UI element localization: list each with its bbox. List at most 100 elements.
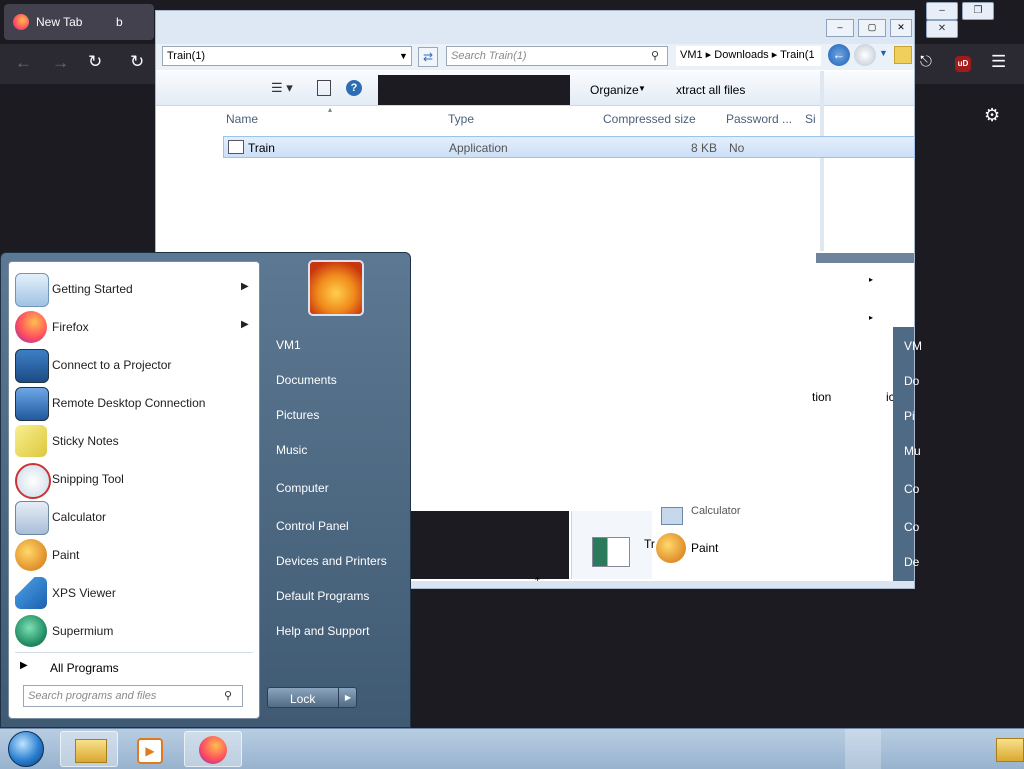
all-programs-label: All Programs: [50, 661, 119, 675]
item-label: Sticky Notes: [52, 434, 119, 448]
search-programs-input[interactable]: Search programs and files ⚲: [23, 685, 243, 707]
link-control-panel[interactable]: Control Panel: [276, 519, 349, 533]
firefox-icon: [15, 311, 47, 343]
lock-button[interactable]: Lock ▶: [267, 687, 357, 708]
forward-arrow-icon[interactable]: →: [52, 53, 69, 73]
restore-icon[interactable]: ❐: [962, 2, 994, 20]
ghost-calculator: Calculator: [691, 505, 741, 517]
firefox-tab[interactable]: New Tab b: [4, 4, 154, 40]
organize-button[interactable]: Organize ▼: [574, 75, 654, 103]
link-pictures[interactable]: Pictures: [276, 408, 319, 422]
column-size[interactable]: Si: [805, 112, 816, 126]
back-arrow-icon[interactable]: ←: [15, 53, 32, 73]
link-computer[interactable]: Computer: [276, 481, 329, 495]
projector-icon: [15, 349, 49, 383]
list-item[interactable]: Paint: [9, 537, 259, 573]
link-user-folder[interactable]: VM1: [276, 338, 301, 352]
breadcrumb-downloads[interactable]: Downloads: [714, 49, 768, 61]
refresh-icon[interactable]: ⇄: [418, 47, 438, 67]
item-label: Connect to a Projector: [52, 358, 172, 372]
folder-icon: [75, 739, 107, 763]
lock-label: Lock: [290, 692, 316, 706]
all-programs-button[interactable]: ▶ All Programs: [9, 656, 259, 678]
link-help-support[interactable]: Help and Support: [276, 624, 369, 638]
nav-forward-icon[interactable]: [854, 44, 876, 66]
xps-viewer-icon: [15, 577, 47, 609]
application-icon: [228, 140, 244, 154]
help-icon[interactable]: ?: [346, 80, 362, 96]
list-item[interactable]: Remote Desktop Connection: [9, 385, 259, 421]
list-item[interactable]: Firefox ▶: [9, 309, 259, 345]
link-documents[interactable]: Documents: [276, 373, 337, 387]
extensions-icon[interactable]: ⎋: [920, 53, 932, 70]
nav-back-icon[interactable]: ←: [828, 44, 850, 66]
list-item[interactable]: Connect to a Projector: [9, 347, 259, 383]
item-label: Getting Started: [52, 282, 133, 296]
item-label: Remote Desktop Connection: [52, 396, 206, 410]
nav-dropdown-icon[interactable]: ▼: [879, 48, 888, 58]
reload-icon-2[interactable]: ↻: [130, 52, 144, 72]
table-row[interactable]: Train Application 8 KB No: [223, 136, 915, 158]
list-item[interactable]: Calculator: [9, 499, 259, 535]
start-orb-icon[interactable]: [8, 731, 44, 767]
close-icon[interactable]: ✕: [890, 19, 912, 37]
ghost-thumbnail: Tr: [571, 511, 655, 579]
divider: [15, 652, 253, 653]
user-avatar[interactable]: [308, 260, 364, 316]
column-compressed-size[interactable]: Compressed size: [603, 112, 717, 126]
calculator-icon: [661, 507, 683, 525]
close-icon[interactable]: ✕: [926, 20, 958, 38]
list-item[interactable]: Supermium: [9, 613, 259, 649]
paint-icon: [15, 539, 47, 571]
column-name[interactable]: Name: [226, 112, 258, 126]
breadcrumb[interactable]: VM1 ▸ Downloads ▸ Train(1: [676, 46, 821, 66]
ublock-icon[interactable]: uD: [955, 56, 971, 72]
media-player-icon: ▶: [137, 738, 163, 764]
row-password: No: [729, 141, 745, 155]
getting-started-icon: [15, 273, 49, 307]
ghost-right-panel: VM Do Pi Mu Co Co De: [893, 327, 922, 581]
ghost-label: Pi: [904, 409, 915, 423]
extract-all-button[interactable]: xtract all files: [676, 83, 745, 97]
search-placeholder: Search Train(1): [451, 50, 527, 62]
tab-title-fragment: b: [116, 15, 123, 29]
paint-icon: [656, 533, 686, 563]
address-input[interactable]: Train(1) ▼: [162, 46, 412, 66]
list-item[interactable]: Snipping Tool: [9, 461, 259, 499]
link-devices-printers[interactable]: Devices and Printers: [276, 554, 387, 568]
taskbar-explorer[interactable]: [60, 731, 118, 767]
view-options-icon[interactable]: ☰ ▾: [271, 80, 293, 96]
ghost-label: Co: [904, 520, 920, 534]
ghost-paint: Paint: [691, 541, 719, 555]
list-item[interactable]: Getting Started ▶: [9, 271, 259, 307]
minimize-icon[interactable]: –: [826, 19, 854, 37]
link-default-programs[interactable]: Default Programs: [276, 589, 369, 603]
breadcrumb-train[interactable]: Train(1: [780, 49, 814, 61]
search-input[interactable]: Search Train(1) ⚲: [446, 46, 668, 66]
taskbar-firefox[interactable]: [184, 731, 242, 767]
command-bar: ☰ ▾ ? Organize ▼ xtract all files: [156, 71, 914, 106]
menu-hamburger-icon[interactable]: ☰: [991, 52, 1006, 72]
explorer-status-bar: [411, 581, 914, 588]
column-type[interactable]: Type: [448, 112, 474, 126]
list-item[interactable]: Sticky Notes: [9, 423, 259, 459]
taskbar-media-player[interactable]: ▶: [122, 731, 180, 767]
settings-gear-icon[interactable]: ⚙: [984, 105, 1000, 126]
reload-icon[interactable]: ↻: [88, 52, 102, 72]
link-music[interactable]: Music: [276, 443, 307, 457]
chevron-right-icon[interactable]: ▶: [338, 688, 357, 707]
maximize-icon[interactable]: ▢: [858, 19, 886, 37]
chevron-right-icon: ▶: [241, 319, 249, 330]
list-item[interactable]: XPS Viewer: [9, 575, 259, 611]
breadcrumb-vm1[interactable]: VM1: [680, 49, 703, 61]
column-password[interactable]: Password ...: [726, 112, 792, 126]
remote-desktop-icon: [15, 387, 49, 421]
minimize-icon[interactable]: –: [926, 2, 958, 20]
application-icon: [592, 537, 630, 567]
search-placeholder: Search programs and files: [28, 690, 157, 702]
chevron-down-icon[interactable]: ▼: [399, 47, 408, 65]
preview-pane-icon[interactable]: [317, 80, 331, 96]
ghost-label: VM: [904, 339, 922, 353]
show-desktop-folder[interactable]: [988, 731, 1024, 767]
item-label: Firefox: [52, 320, 89, 334]
